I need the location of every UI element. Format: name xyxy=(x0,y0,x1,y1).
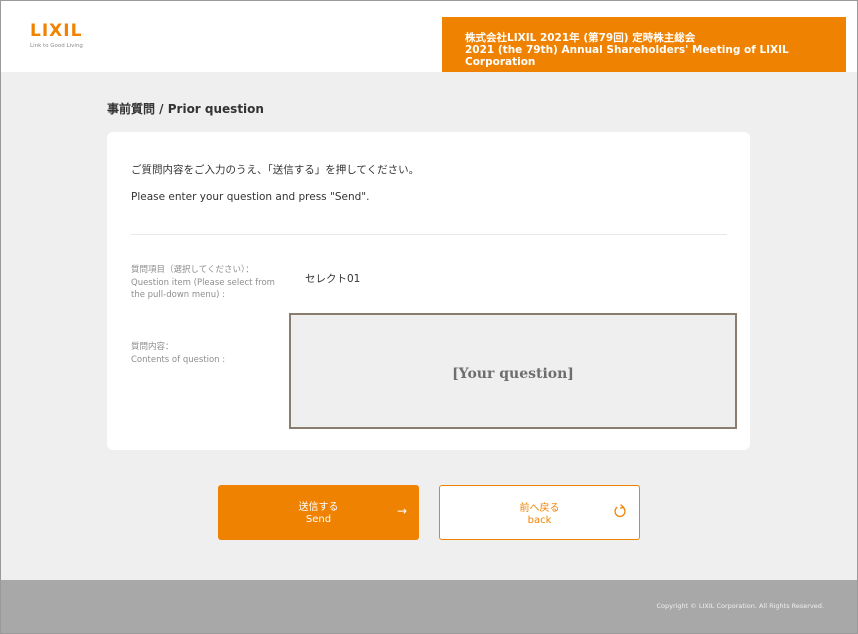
instruction-en: Please enter your question and press "Se… xyxy=(131,191,370,203)
contents-label-en: Contents of question : xyxy=(131,354,226,365)
lixil-logo[interactable]: LIXIL xyxy=(30,21,82,41)
question-textarea[interactable]: [Your question] xyxy=(289,313,737,429)
meeting-title-en: 2021 (the 79th) Annual Shareholders' Mee… xyxy=(465,44,789,68)
back-label-jp: 前へ戻る xyxy=(519,503,560,514)
contents-label-jp: 質問内容： xyxy=(131,342,174,352)
send-label-jp: 送信する xyxy=(298,502,339,513)
send-button[interactable]: 送信する Send → xyxy=(218,485,419,540)
meeting-title-banner: 株式会社LIXIL 2021年 (第79回) 定時株主総会 2021 (the … xyxy=(442,17,846,72)
back-button[interactable]: 前へ戻る back xyxy=(439,485,640,540)
reload-icon xyxy=(613,503,627,523)
meeting-title-jp: 株式会社LIXIL 2021年 (第79回) 定時株主総会 xyxy=(465,32,696,44)
contents-label: 質問内容： Contents of question : xyxy=(131,341,281,366)
arrow-right-icon: → xyxy=(396,504,407,518)
logo-tagline: Link to Good Living xyxy=(30,43,83,49)
site-footer: Copyright © LIXIL Corporation. All Right… xyxy=(1,580,857,633)
divider xyxy=(131,234,727,235)
question-item-label-en: Question item (Please select from the pu… xyxy=(131,277,275,301)
question-item-label-jp: 質問項目（選択してください）： xyxy=(131,265,254,275)
instruction-jp: ご質問内容をご入力のうえ、「送信する」を押してください。 xyxy=(131,164,420,176)
question-form-card: ご質問内容をご入力のうえ、「送信する」を押してください。 Please ente… xyxy=(107,132,750,450)
page-title: 事前質問 / Prior question xyxy=(107,102,264,116)
question-item-select[interactable]: セレクト01 xyxy=(305,271,360,286)
back-label-en: back xyxy=(527,515,552,526)
question-item-label: 質問項目（選択してください）： Question item (Please se… xyxy=(131,264,281,302)
copyright-text: Copyright © LIXIL Corporation. All Right… xyxy=(656,602,824,610)
page-frame: LIXIL Link to Good Living 株式会社LIXIL 2021… xyxy=(0,0,858,634)
send-label-en: Send xyxy=(305,514,332,525)
site-header: LIXIL Link to Good Living 株式会社LIXIL 2021… xyxy=(1,1,857,72)
